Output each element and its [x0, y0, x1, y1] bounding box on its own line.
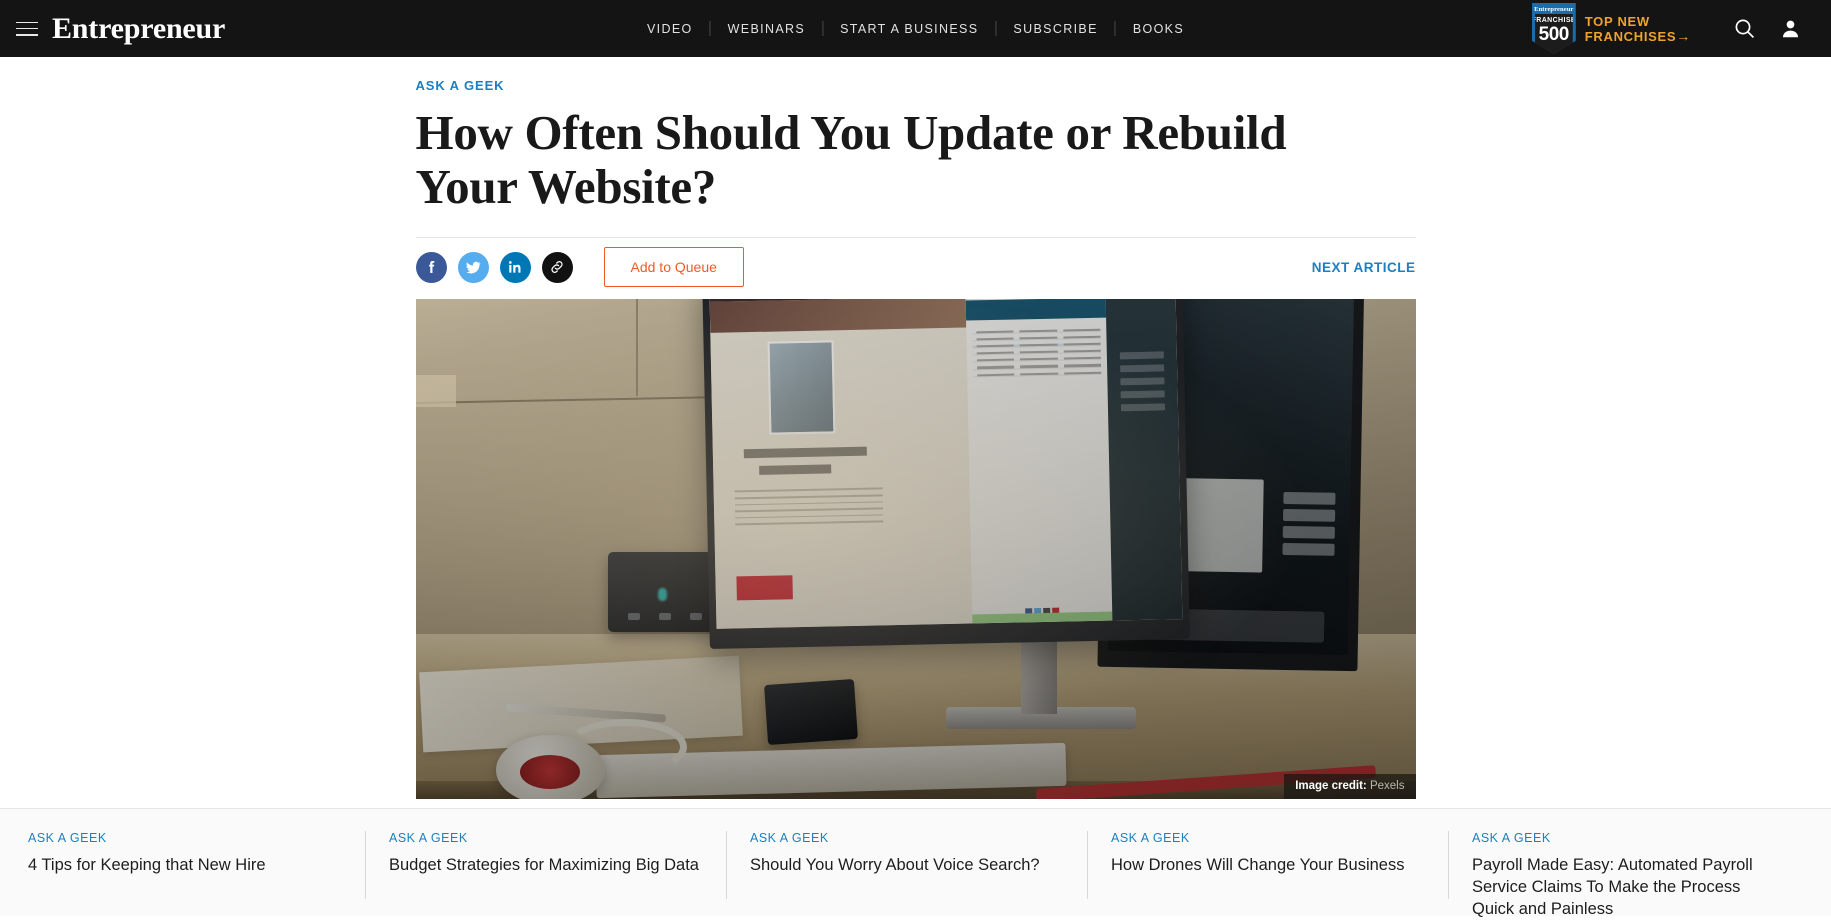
site-header: Entrepreneur VIDEO WEBINARS START A BUSI… — [0, 0, 1831, 57]
list-item[interactable]: ASK A GEEK 4 Tips for Keeping that New H… — [22, 809, 365, 916]
facebook-share-icon[interactable] — [416, 252, 447, 283]
related-kicker: ASK A GEEK — [1472, 831, 1783, 845]
franchise-500-badge: Entrepreneur FRANCHISE 500 — [1532, 3, 1576, 54]
promo-label: TOP NEW FRANCHISES→ — [1585, 14, 1691, 44]
user-icon[interactable] — [1767, 0, 1813, 57]
promo-line-2: FRANCHISES→ — [1585, 29, 1691, 44]
main-navigation: VIDEO WEBINARS START A BUSINESS SUBSCRIB… — [630, 21, 1201, 36]
hamburger-icon[interactable] — [16, 22, 38, 36]
header-actions: Entrepreneur FRANCHISE 500 TOP NEW FRANC… — [1532, 0, 1831, 57]
list-item[interactable]: ASK A GEEK Budget Strategies for Maximiz… — [365, 809, 726, 916]
related-title: 4 Tips for Keeping that New Hire — [28, 854, 339, 876]
image-credit-source: Pexels — [1370, 780, 1405, 792]
copy-link-icon[interactable] — [542, 252, 573, 283]
hero-smartphone — [764, 678, 858, 744]
badge-brand-text: Entrepreneur — [1534, 5, 1573, 14]
promo-top-new-franchises[interactable]: Entrepreneur FRANCHISE 500 TOP NEW FRANC… — [1532, 3, 1691, 54]
related-title: How Drones Will Change Your Business — [1111, 854, 1422, 876]
related-kicker: ASK A GEEK — [28, 831, 339, 845]
linkedin-share-icon[interactable] — [500, 252, 531, 283]
related-kicker: ASK A GEEK — [389, 831, 700, 845]
hero-headphones — [486, 719, 696, 799]
list-item[interactable]: ASK A GEEK Should You Worry About Voice … — [726, 809, 1087, 916]
nav-item-books[interactable]: BOOKS — [1116, 22, 1201, 36]
share-toolbar: Add to Queue NEXT ARTICLE — [416, 238, 1416, 296]
article-hero-image: Image credit: Pexels — [416, 299, 1416, 799]
page-title: How Often Should You Update or Rebuild Y… — [416, 106, 1366, 214]
hero-imac-monitor — [702, 299, 1190, 649]
search-icon[interactable] — [1721, 0, 1767, 57]
article-container: ASK A GEEK How Often Should You Update o… — [416, 57, 1416, 799]
hero-router — [608, 552, 723, 632]
list-item[interactable]: ASK A GEEK Payroll Made Easy: Automated … — [1448, 809, 1809, 916]
related-title: Should You Worry About Voice Search? — [750, 854, 1061, 876]
nav-item-video[interactable]: VIDEO — [630, 22, 710, 36]
site-logo[interactable]: Entrepreneur — [52, 14, 225, 44]
article-category-kicker[interactable]: ASK A GEEK — [416, 78, 505, 93]
image-credit: Image credit: Pexels — [1284, 774, 1415, 799]
promo-line-1: TOP NEW — [1585, 14, 1691, 29]
related-kicker: ASK A GEEK — [750, 831, 1061, 845]
nav-item-subscribe[interactable]: SUBSCRIBE — [996, 22, 1114, 36]
related-kicker: ASK A GEEK — [1111, 831, 1422, 845]
image-credit-label: Image credit: — [1295, 780, 1367, 792]
nav-item-webinars[interactable]: WEBINARS — [711, 22, 822, 36]
next-article-link[interactable]: NEXT ARTICLE — [1312, 260, 1416, 275]
arrow-right-icon: → — [1676, 28, 1691, 44]
related-articles-strip: ASK A GEEK 4 Tips for Keeping that New H… — [0, 808, 1831, 916]
twitter-share-icon[interactable] — [458, 252, 489, 283]
related-title: Budget Strategies for Maximizing Big Dat… — [389, 854, 700, 876]
add-to-queue-button[interactable]: Add to Queue — [604, 247, 744, 287]
related-title: Payroll Made Easy: Automated Payroll Ser… — [1472, 854, 1783, 920]
nav-item-start-a-business[interactable]: START A BUSINESS — [823, 22, 995, 36]
list-item[interactable]: ASK A GEEK How Drones Will Change Your B… — [1087, 809, 1448, 916]
badge-number-text: 500 — [1539, 25, 1569, 44]
